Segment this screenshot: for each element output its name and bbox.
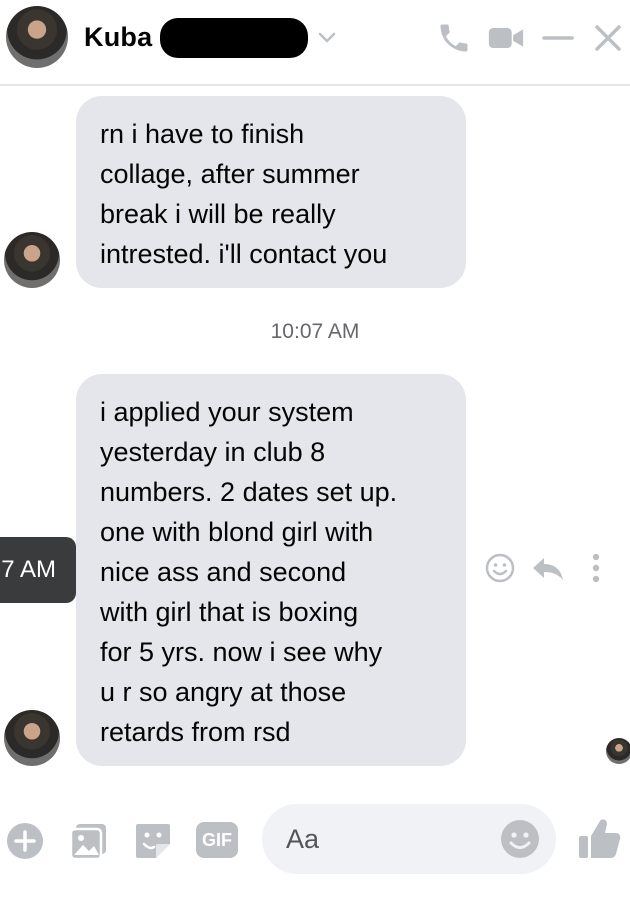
- sticker-icon[interactable]: [132, 820, 174, 862]
- seen-avatar: [606, 738, 630, 764]
- chevron-down-icon[interactable]: [316, 26, 338, 48]
- sender-avatar[interactable]: [4, 232, 60, 288]
- redaction-mark: [160, 18, 308, 58]
- message-bubble[interactable]: i applied your system yesterday in club …: [76, 374, 466, 766]
- gif-label: GIF: [202, 830, 232, 850]
- sender-avatar[interactable]: [4, 710, 60, 766]
- photo-icon[interactable]: [68, 820, 110, 862]
- input-placeholder: Aa: [286, 824, 320, 854]
- chat-header: Kuba: [0, 0, 630, 86]
- react-icon[interactable]: [484, 552, 516, 584]
- more-icon[interactable]: [588, 552, 604, 584]
- message-timestamp: 10:07 AM: [270, 320, 360, 343]
- minimize-icon[interactable]: [540, 22, 576, 54]
- time-tooltip: 7 AM: [0, 537, 76, 603]
- message-bubble[interactable]: rn i have to finish collage, after summe…: [76, 96, 466, 288]
- close-icon[interactable]: [592, 22, 624, 54]
- message-input[interactable]: Aa: [262, 804, 556, 874]
- phone-icon[interactable]: [436, 20, 472, 56]
- video-icon[interactable]: [486, 20, 526, 56]
- contact-name[interactable]: Kuba: [84, 22, 152, 53]
- contact-avatar[interactable]: [6, 6, 68, 68]
- reply-icon[interactable]: [530, 552, 566, 584]
- gif-icon[interactable]: GIF: [196, 822, 238, 858]
- emoji-icon[interactable]: [500, 819, 540, 859]
- like-icon[interactable]: [576, 816, 622, 862]
- plus-icon[interactable]: [6, 822, 44, 860]
